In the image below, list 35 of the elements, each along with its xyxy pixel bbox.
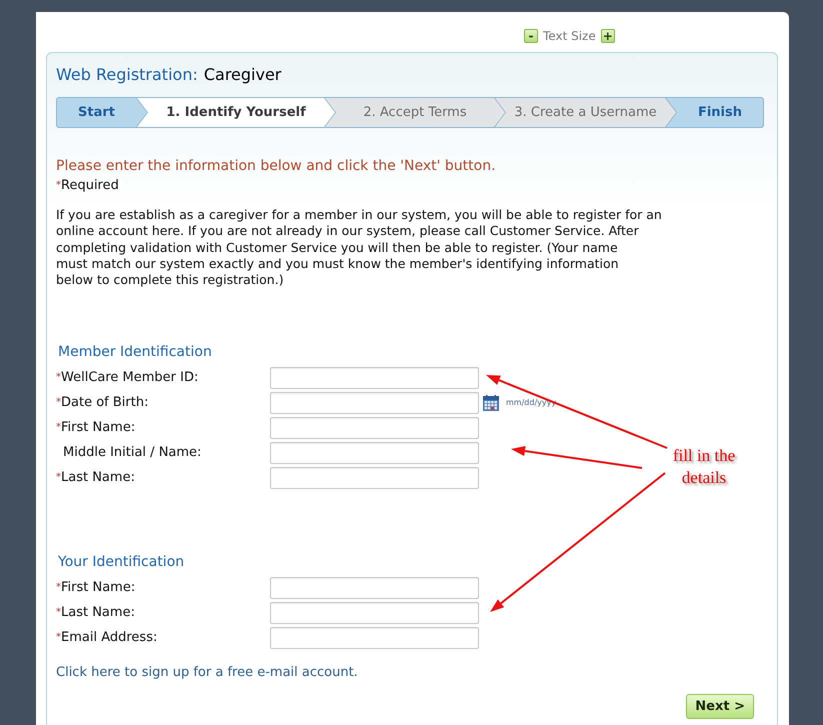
input-field[interactable] [270,627,479,650]
field-label: *WellCare Member ID: [56,370,200,386]
field-label: *Date of Birth: [56,395,150,412]
section-heading: Your Identification [58,553,184,572]
increase-text-size-button[interactable]: + [600,29,615,43]
input-field[interactable] [270,577,479,600]
instruction-heading: Please enter the information below and click the 'Next' button. [56,157,497,175]
input-field[interactable] [270,417,479,440]
section-heading: Member Identification [58,343,212,362]
wizard-step: Finish [666,98,763,127]
calendar-icon[interactable] [483,395,499,412]
text-size-label: Text Size [543,30,596,42]
input-field[interactable] [270,467,479,490]
next-button[interactable]: Next > [686,694,754,720]
field-label: *First Name: [56,580,136,596]
decrease-text-size-button[interactable]: - [524,29,538,43]
field-label: *First Name: [56,420,136,436]
wizard-step: 3. Create a Username [495,98,676,127]
intro-paragraph: If you are establish as a caregiver for a member in our system, you will be able to register for an online account here. If you are not already in our system, please call Customer Service. After completing validation with Customer Service you will then be able to register. (Your name must match our system exactly and you must know the member's identifying information below to complete this registration.) [56,207,662,288]
wizard-step: 2. Accept Terms [325,98,505,127]
page-title: Web Registration: [56,64,198,86]
date-format-hint: mm/dd/yyyy [506,399,556,408]
field-label: *Last Name: [56,470,136,486]
email-signup-link[interactable]: Click here to sign up for a free e-mail account. [56,665,358,682]
field-label: *Last Name: [56,605,136,622]
input-field[interactable] [270,602,479,624]
field-label: Middle Initial / Name: [62,445,202,462]
input-field[interactable] [270,367,479,390]
required-note: *Required [56,178,120,194]
page-subtitle: Caregiver [204,64,282,86]
wizard-step: 1. Identify Yourself [137,98,335,127]
input-field[interactable] [270,392,479,414]
field-label: *Email Address: [56,630,158,646]
annotation-text: fill in the details [672,445,736,489]
input-field[interactable] [270,442,479,464]
